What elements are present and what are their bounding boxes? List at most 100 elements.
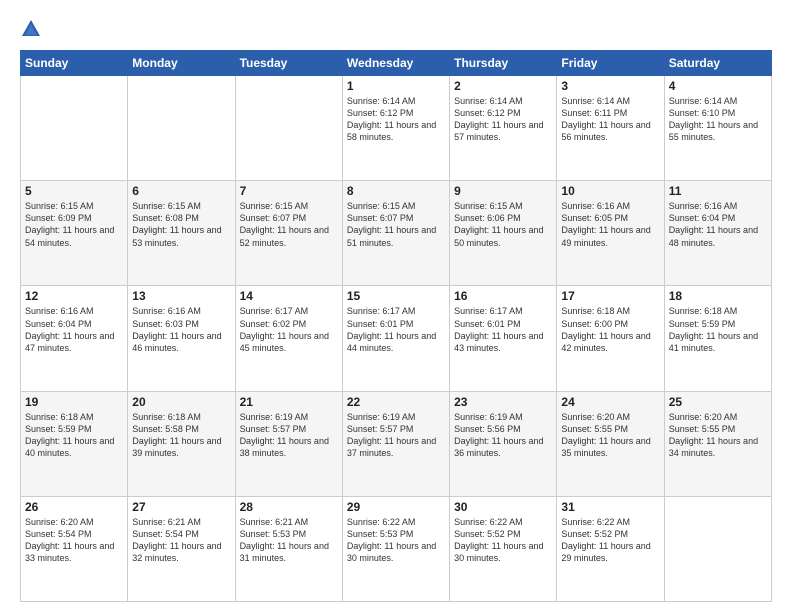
day-info: Sunrise: 6:16 AM Sunset: 6:04 PM Dayligh… — [25, 305, 123, 354]
day-number: 14 — [240, 289, 338, 303]
day-info: Sunrise: 6:20 AM Sunset: 5:55 PM Dayligh… — [561, 411, 659, 460]
day-number: 25 — [669, 395, 767, 409]
calendar-cell: 26 Sunrise: 6:20 AM Sunset: 5:54 PM Dayli… — [21, 496, 128, 601]
calendar-cell: 14Sunrise: 6:17 AM Sunset: 6:02 PM Dayli… — [235, 286, 342, 391]
day-number: 12 — [25, 289, 123, 303]
day-info: Sunrise: 6:18 AM Sunset: 5:58 PM Dayligh… — [132, 411, 230, 460]
calendar-cell: 6Sunrise: 6:15 AM Sunset: 6:08 PM Daylig… — [128, 181, 235, 286]
day-number: 29 — [347, 500, 445, 514]
day-info: Sunrise: 6:22 AM Sunset: 5:53 PM Dayligh… — [347, 516, 445, 565]
calendar-cell: 30 Sunrise: 6:22 AM Sunset: 5:52 PM Dayli… — [450, 496, 557, 601]
calendar-cell: 19 Sunrise: 6:18 AM Sunset: 5:59 PM Dayli… — [21, 391, 128, 496]
day-number: 27 — [132, 500, 230, 514]
calendar-week-row: 26 Sunrise: 6:20 AM Sunset: 5:54 PM Dayli… — [21, 496, 772, 601]
calendar-cell — [128, 76, 235, 181]
day-info: Sunrise: 6:15 AM Sunset: 6:06 PM Dayligh… — [454, 200, 552, 249]
calendar-page: SundayMondayTuesdayWednesdayThursdayFrid… — [0, 0, 792, 612]
calendar-cell: 21Sunrise: 6:19 AM Sunset: 5:57 PM Dayli… — [235, 391, 342, 496]
calendar-cell: 27 Sunrise: 6:21 AM Sunset: 5:54 PM Dayli… — [128, 496, 235, 601]
day-info: Sunrise: 6:15 AM Sunset: 6:07 PM Dayligh… — [240, 200, 338, 249]
day-info: Sunrise: 6:22 AM Sunset: 5:52 PM Dayligh… — [454, 516, 552, 565]
day-number: 9 — [454, 184, 552, 198]
day-number: 1 — [347, 79, 445, 93]
day-number: 7 — [240, 184, 338, 198]
day-info: Sunrise: 6:15 AM Sunset: 6:07 PM Dayligh… — [347, 200, 445, 249]
calendar-cell: 29 Sunrise: 6:22 AM Sunset: 5:53 PM Dayli… — [342, 496, 449, 601]
day-info: Sunrise: 6:17 AM Sunset: 6:01 PM Dayligh… — [347, 305, 445, 354]
day-info: Sunrise: 6:19 AM Sunset: 5:56 PM Dayligh… — [454, 411, 552, 460]
calendar-cell: 12 Sunrise: 6:16 AM Sunset: 6:04 PM Dayli… — [21, 286, 128, 391]
day-info: Sunrise: 6:16 AM Sunset: 6:05 PM Dayligh… — [561, 200, 659, 249]
calendar-cell: 17Sunrise: 6:18 AM Sunset: 6:00 PM Dayli… — [557, 286, 664, 391]
weekday-header: Tuesday — [235, 51, 342, 76]
day-number: 15 — [347, 289, 445, 303]
day-number: 13 — [132, 289, 230, 303]
day-number: 10 — [561, 184, 659, 198]
day-number: 11 — [669, 184, 767, 198]
day-number: 3 — [561, 79, 659, 93]
day-number: 16 — [454, 289, 552, 303]
calendar-cell — [235, 76, 342, 181]
day-info: Sunrise: 6:14 AM Sunset: 6:12 PM Dayligh… — [347, 95, 445, 144]
day-number: 26 — [25, 500, 123, 514]
day-info: Sunrise: 6:21 AM Sunset: 5:53 PM Dayligh… — [240, 516, 338, 565]
day-number: 2 — [454, 79, 552, 93]
day-number: 31 — [561, 500, 659, 514]
day-info: Sunrise: 6:16 AM Sunset: 6:03 PM Dayligh… — [132, 305, 230, 354]
day-number: 18 — [669, 289, 767, 303]
calendar-cell: 13 Sunrise: 6:16 AM Sunset: 6:03 PM Dayli… — [128, 286, 235, 391]
calendar-week-row: 19 Sunrise: 6:18 AM Sunset: 5:59 PM Dayli… — [21, 391, 772, 496]
calendar-cell: 9 Sunrise: 6:15 AM Sunset: 6:06 PM Daylig… — [450, 181, 557, 286]
day-info: Sunrise: 6:14 AM Sunset: 6:12 PM Dayligh… — [454, 95, 552, 144]
weekday-header: Saturday — [664, 51, 771, 76]
day-info: Sunrise: 6:15 AM Sunset: 6:09 PM Dayligh… — [25, 200, 123, 249]
calendar-cell: 10 Sunrise: 6:16 AM Sunset: 6:05 PM Dayli… — [557, 181, 664, 286]
logo — [20, 18, 44, 40]
day-number: 4 — [669, 79, 767, 93]
day-info: Sunrise: 6:19 AM Sunset: 5:57 PM Dayligh… — [347, 411, 445, 460]
calendar-cell: 28 Sunrise: 6:21 AM Sunset: 5:53 PM Dayli… — [235, 496, 342, 601]
day-number: 5 — [25, 184, 123, 198]
calendar-cell: 16 Sunrise: 6:17 AM Sunset: 6:01 PM Dayli… — [450, 286, 557, 391]
weekday-header: Thursday — [450, 51, 557, 76]
calendar-cell: 31 Sunrise: 6:22 AM Sunset: 5:52 PM Dayli… — [557, 496, 664, 601]
calendar-week-row: 1 Sunrise: 6:14 AM Sunset: 6:12 PM Daylig… — [21, 76, 772, 181]
day-info: Sunrise: 6:17 AM Sunset: 6:01 PM Dayligh… — [454, 305, 552, 354]
day-info: Sunrise: 6:15 AM Sunset: 6:08 PM Dayligh… — [132, 200, 230, 249]
calendar-week-row: 5 Sunrise: 6:15 AM Sunset: 6:09 PM Daylig… — [21, 181, 772, 286]
day-number: 19 — [25, 395, 123, 409]
day-number: 30 — [454, 500, 552, 514]
calendar-cell: 11 Sunrise: 6:16 AM Sunset: 6:04 PM Dayli… — [664, 181, 771, 286]
day-info: Sunrise: 6:18 AM Sunset: 5:59 PM Dayligh… — [25, 411, 123, 460]
header — [20, 18, 772, 40]
day-info: Sunrise: 6:14 AM Sunset: 6:11 PM Dayligh… — [561, 95, 659, 144]
calendar-cell: 8Sunrise: 6:15 AM Sunset: 6:07 PM Daylig… — [342, 181, 449, 286]
calendar-cell: 1 Sunrise: 6:14 AM Sunset: 6:12 PM Daylig… — [342, 76, 449, 181]
day-info: Sunrise: 6:21 AM Sunset: 5:54 PM Dayligh… — [132, 516, 230, 565]
calendar-cell — [21, 76, 128, 181]
day-number: 21 — [240, 395, 338, 409]
calendar-cell: 20 Sunrise: 6:18 AM Sunset: 5:58 PM Dayli… — [128, 391, 235, 496]
day-info: Sunrise: 6:18 AM Sunset: 5:59 PM Dayligh… — [669, 305, 767, 354]
day-info: Sunrise: 6:14 AM Sunset: 6:10 PM Dayligh… — [669, 95, 767, 144]
calendar-cell: 23 Sunrise: 6:19 AM Sunset: 5:56 PM Dayli… — [450, 391, 557, 496]
calendar-cell: 18 Sunrise: 6:18 AM Sunset: 5:59 PM Dayli… — [664, 286, 771, 391]
day-info: Sunrise: 6:16 AM Sunset: 6:04 PM Dayligh… — [669, 200, 767, 249]
day-number: 22 — [347, 395, 445, 409]
day-number: 28 — [240, 500, 338, 514]
day-info: Sunrise: 6:22 AM Sunset: 5:52 PM Dayligh… — [561, 516, 659, 565]
day-info: Sunrise: 6:20 AM Sunset: 5:54 PM Dayligh… — [25, 516, 123, 565]
calendar-cell: 5 Sunrise: 6:15 AM Sunset: 6:09 PM Daylig… — [21, 181, 128, 286]
calendar-cell — [664, 496, 771, 601]
calendar-cell: 24Sunrise: 6:20 AM Sunset: 5:55 PM Dayli… — [557, 391, 664, 496]
day-number: 20 — [132, 395, 230, 409]
day-info: Sunrise: 6:20 AM Sunset: 5:55 PM Dayligh… — [669, 411, 767, 460]
weekday-header-row: SundayMondayTuesdayWednesdayThursdayFrid… — [21, 51, 772, 76]
calendar-table: SundayMondayTuesdayWednesdayThursdayFrid… — [20, 50, 772, 602]
calendar-cell: 2 Sunrise: 6:14 AM Sunset: 6:12 PM Daylig… — [450, 76, 557, 181]
calendar-cell: 25 Sunrise: 6:20 AM Sunset: 5:55 PM Dayli… — [664, 391, 771, 496]
day-number: 23 — [454, 395, 552, 409]
weekday-header: Wednesday — [342, 51, 449, 76]
weekday-header: Monday — [128, 51, 235, 76]
day-number: 17 — [561, 289, 659, 303]
